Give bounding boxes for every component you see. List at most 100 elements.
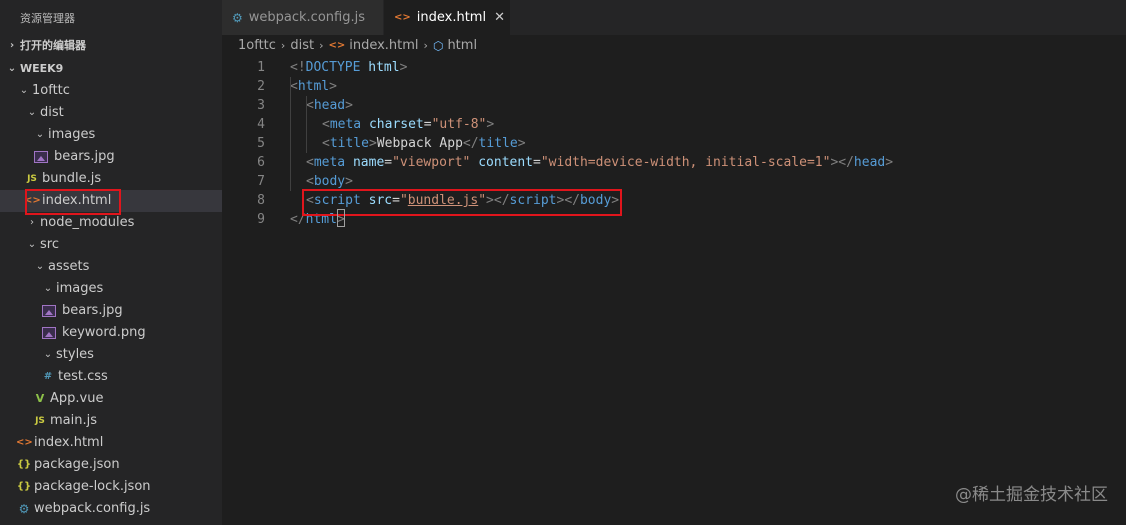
chevron-right-icon: › — [30, 217, 34, 228]
tree-item[interactable]: ⌄ src — [0, 234, 222, 256]
breadcrumb-item[interactable]: dist — [290, 35, 314, 57]
tree-item-label: dist — [40, 105, 64, 120]
vue-file-icon: V — [35, 392, 45, 405]
tree-item-label: node_modules — [40, 215, 135, 230]
tree-item[interactable]: ⌄ 1ofttc — [0, 80, 222, 102]
tree-item[interactable]: bears.jpg — [0, 300, 222, 322]
image-file-icon — [42, 327, 56, 339]
tree-item-label: main.js — [50, 413, 97, 428]
code-text: <meta charset="utf-8"> — [322, 117, 495, 132]
line-number: 7 — [257, 174, 265, 189]
tree-item-label: bears.jpg — [54, 149, 115, 164]
tree-item[interactable]: {} package-lock.json — [0, 476, 222, 498]
gear-icon: ⚙ — [18, 502, 30, 516]
tree-item[interactable]: ⚙ webpack.config.js — [0, 498, 222, 520]
tab-index-html[interactable]: <> index.html ✕ — [384, 0, 510, 35]
close-icon[interactable]: ✕ — [494, 10, 505, 25]
image-file-icon — [42, 305, 56, 317]
chevron-down-icon: ⌄ — [19, 85, 29, 96]
chevron-down-icon: ⌄ — [43, 283, 53, 294]
js-file-icon: JS — [27, 174, 37, 184]
tab-webpack-config[interactable]: ⚙ webpack.config.js — [222, 0, 384, 35]
open-editors-section[interactable]: › 打开的编辑器 — [0, 35, 222, 57]
tree-item[interactable]: ⌄ assets — [0, 256, 222, 278]
chevron-down-icon: ⌄ — [35, 129, 45, 140]
tree-item-label: index.html — [34, 435, 104, 450]
highlight-box-code — [302, 189, 622, 216]
line-number: 3 — [257, 98, 265, 113]
chevron-right-icon: › — [319, 39, 324, 52]
code-text: <head> — [306, 98, 353, 113]
tree-item-label: images — [56, 281, 104, 296]
tree-item[interactable]: {} package.json — [0, 454, 222, 476]
image-file-icon — [34, 151, 48, 163]
tree-item[interactable]: V App.vue — [0, 388, 222, 410]
breadcrumb-item[interactable]: index.html — [349, 35, 418, 57]
tree-item-label: package-lock.json — [34, 479, 151, 494]
tree-item[interactable]: JS main.js — [0, 410, 222, 432]
code-line: 5 <title>Webpack App</title> — [222, 134, 1126, 153]
chevron-down-icon: ⌄ — [27, 107, 37, 118]
tab-label: webpack.config.js — [248, 10, 365, 25]
html-file-icon: <> — [328, 40, 346, 51]
code-editor[interactable]: 1 <!DOCTYPE html> 2 <html> 3 <head> 4 <meta cha… — [222, 57, 1126, 525]
highlight-box-tree — [25, 189, 121, 215]
chevron-right-icon: › — [280, 39, 286, 52]
tree-item[interactable]: › node_modules — [0, 212, 222, 234]
code-line: 2 <html> — [222, 77, 1126, 96]
breadcrumb-item[interactable]: 1ofttc — [238, 35, 276, 57]
open-editors-label: 打开的编辑器 — [20, 39, 86, 52]
tree-item[interactable]: ⌄ images — [0, 124, 222, 146]
tree-item-label: assets — [48, 259, 90, 274]
html-file-icon: <> — [394, 12, 411, 23]
tree-item-label: src — [40, 237, 59, 252]
tree-item[interactable]: ⌄ images — [0, 278, 222, 300]
json-file-icon: {} — [16, 481, 32, 492]
js-file-icon: JS — [35, 416, 45, 426]
tree-item-label: App.vue — [50, 391, 104, 406]
tree-item-label: bundle.js — [42, 171, 102, 186]
tree-item[interactable]: ⌄ dist — [0, 102, 222, 124]
code-text: <html> — [290, 79, 337, 94]
code-line: 1 <!DOCTYPE html> — [222, 58, 1126, 77]
chevron-down-icon: ⌄ — [7, 63, 17, 74]
chevron-down-icon: ⌄ — [27, 239, 37, 250]
line-number: 2 — [257, 79, 265, 94]
gear-icon: ⚙ — [232, 10, 243, 25]
chevron-right-icon: › — [423, 39, 428, 52]
tree-item-label: images — [48, 127, 96, 142]
html-file-icon: <> — [16, 437, 33, 448]
text-cursor — [337, 209, 345, 227]
indent-guide — [290, 77, 291, 191]
explorer-sidebar: 资源管理器 › 打开的编辑器 ⌄ WEEK9 ⌄ 1ofttc ⌄ dist ⌄ imag… — [0, 0, 222, 525]
tree-item[interactable]: ⌄ styles — [0, 344, 222, 366]
line-number: 1 — [257, 60, 265, 75]
tree-item[interactable]: # test.css — [0, 366, 222, 388]
watermark: @稀土掘金技术社区 — [955, 485, 1108, 505]
breadcrumb: 1ofttc › dist › <> index.html › ⬡ html — [222, 35, 1126, 57]
explorer-title: 资源管理器 — [20, 12, 75, 25]
breadcrumb-item[interactable]: html — [447, 35, 477, 57]
code-line: 6 <meta name="viewport" content="width=de… — [222, 153, 1126, 172]
file-tree: ⌄ 1ofttc ⌄ dist ⌄ images bears.jpg JS bundle.js <… — [0, 80, 222, 520]
tree-item[interactable]: JS bundle.js — [0, 168, 222, 190]
code-text: <title>Webpack App</title> — [322, 136, 526, 151]
line-number: 4 — [257, 117, 265, 132]
editor-tab-bar: ⚙ webpack.config.js <> index.html ✕ — [222, 0, 1126, 35]
line-number: 8 — [257, 193, 265, 208]
tab-label: index.html — [416, 10, 487, 25]
chevron-down-icon: ⌄ — [43, 349, 53, 360]
code-text: <!DOCTYPE html> — [290, 60, 408, 75]
tree-item-label: styles — [56, 347, 94, 362]
chevron-down-icon: ⌄ — [35, 261, 45, 272]
tree-item[interactable]: <> index.html — [0, 432, 222, 454]
tree-item[interactable]: keyword.png — [0, 322, 222, 344]
tree-item-label: bears.jpg — [62, 303, 123, 318]
workspace-label: WEEK9 — [20, 62, 64, 75]
tree-item[interactable]: bears.jpg — [0, 146, 222, 168]
code-text: <meta name="viewport" content="width=dev… — [306, 155, 894, 170]
cube-icon: ⬡ — [432, 39, 444, 53]
css-file-icon: # — [43, 371, 53, 382]
line-number: 5 — [257, 136, 265, 151]
workspace-section[interactable]: ⌄ WEEK9 — [0, 58, 222, 80]
